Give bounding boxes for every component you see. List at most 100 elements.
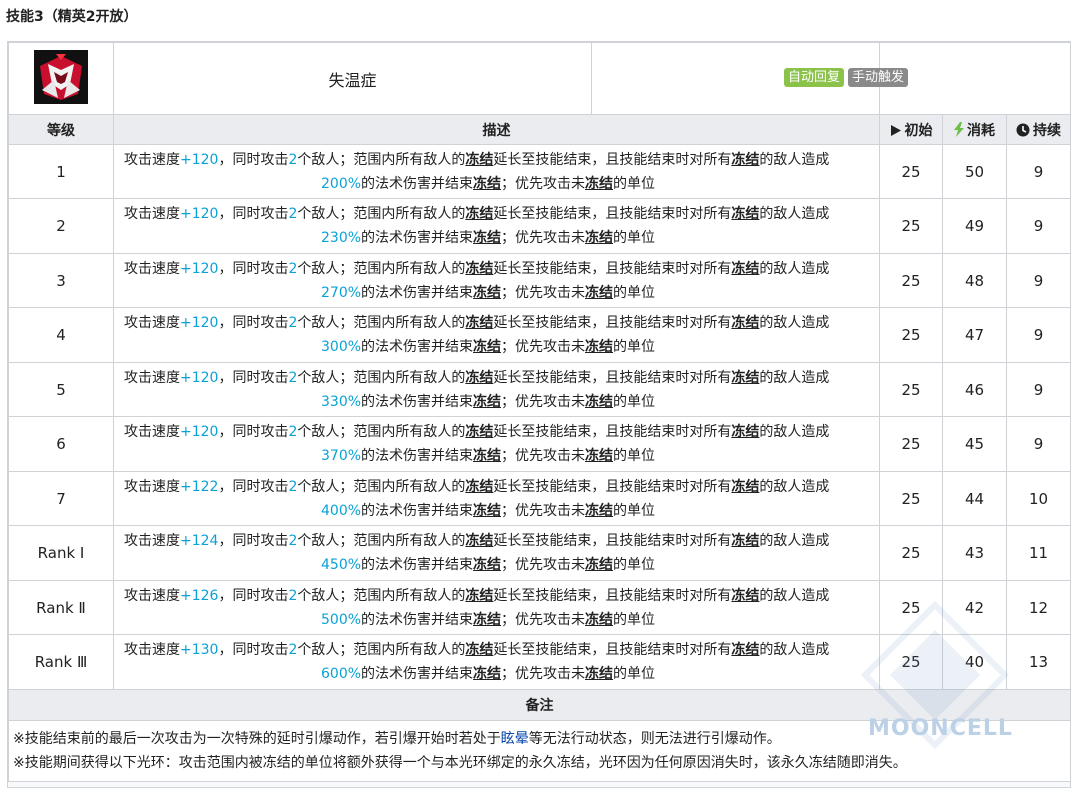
table-row: 6 攻击速度+120，同时攻击2个敌人；范围内所有敌人的冻结延长至技能结束，且技能… (8, 416, 1071, 472)
frozen-term[interactable]: 冻结 (473, 285, 501, 301)
cost-cell: 48 (942, 253, 1007, 308)
frozen-term[interactable]: 冻结 (731, 370, 759, 386)
frozen-term[interactable]: 冻结 (473, 230, 501, 246)
attack-speed-value: +130 (180, 642, 219, 658)
duration-cell: 12 (1006, 580, 1071, 635)
level-cell: 5 (8, 362, 114, 417)
duration-cell: 11 (1006, 525, 1071, 581)
frozen-term[interactable]: 冻结 (465, 424, 493, 440)
level-cell: 7 (8, 471, 114, 526)
frozen-term[interactable]: 冻结 (473, 176, 501, 192)
damage-value: 270% (321, 284, 362, 301)
notes-body: ※技能结束前的最后一次攻击为一次特殊的延时引爆动作，若引爆开始时若处于眩晕等无法… (8, 720, 1071, 782)
level-cell: 3 (8, 253, 114, 308)
frozen-term[interactable]: 冻结 (473, 503, 501, 519)
frozen-term[interactable]: 冻结 (473, 666, 501, 682)
description-cell: 攻击速度+122，同时攻击2个敌人；范围内所有敌人的冻结延长至技能结束，且技能结… (113, 471, 880, 526)
skill-name: 失温症 (114, 43, 592, 114)
notes-line-1: ※技能结束前的最后一次攻击为一次特殊的延时引爆动作，若引爆开始时若处于眩晕等无法… (13, 731, 781, 747)
frozen-term[interactable]: 冻结 (465, 206, 493, 222)
damage-value: 400% (321, 502, 362, 519)
attack-speed-value: +120 (180, 369, 219, 386)
attack-speed-value: +120 (180, 315, 219, 331)
frozen-term[interactable]: 冻结 (465, 533, 493, 549)
table-row: 2 攻击速度+120，同时攻击2个敌人；范围内所有敌人的冻结延长至技能结束，且技能… (8, 198, 1071, 254)
frozen-term[interactable]: 冻结 (585, 230, 613, 246)
level-cell: Rank Ⅰ (8, 525, 114, 581)
frozen-term[interactable]: 冻结 (585, 394, 613, 410)
level-cell: 6 (8, 416, 114, 472)
attack-speed-value: +126 (180, 587, 219, 604)
initial-header: 初始 (879, 114, 943, 145)
section-title: 技能3（精英2开放） (6, 9, 138, 25)
stun-link[interactable]: 眩晕 (501, 731, 529, 747)
description-cell: 攻击速度+120，同时攻击2个敌人；范围内所有敌人的冻结延长至技能结束，且技能结… (113, 416, 880, 472)
frozen-term[interactable]: 冻结 (585, 557, 613, 573)
duration-cell: 9 (1006, 416, 1071, 472)
frozen-term[interactable]: 冻结 (585, 339, 613, 355)
frozen-term[interactable]: 冻结 (465, 152, 493, 168)
initial-cell: 25 (879, 525, 943, 581)
frozen-term[interactable]: 冻结 (473, 394, 501, 410)
table-row: Rank Ⅰ 攻击速度+124，同时攻击2个敌人；范围内所有敌人的冻结延长至技能结… (8, 525, 1071, 581)
frozen-term[interactable]: 冻结 (465, 588, 493, 604)
frozen-term[interactable]: 冻结 (473, 557, 501, 573)
frozen-term[interactable]: 冻结 (585, 448, 613, 464)
description-cell: 攻击速度+120，同时攻击2个敌人；范围内所有敌人的冻结延长至技能结束，且技能结… (113, 362, 880, 417)
damage-value: 300% (321, 339, 362, 355)
table-header-row: 等级 描述 初始 消耗 持续 (8, 114, 1071, 145)
frozen-term[interactable]: 冻结 (731, 424, 759, 440)
frozen-term[interactable]: 冻结 (731, 479, 759, 495)
damage-value: 450% (321, 557, 362, 573)
description-cell: 攻击速度+130，同时攻击2个敌人；范围内所有敌人的冻结延长至技能结束，且技能结… (113, 634, 880, 690)
frozen-term[interactable]: 冻结 (585, 612, 613, 628)
frozen-term[interactable]: 冻结 (473, 448, 501, 464)
frozen-term[interactable]: 冻结 (731, 642, 759, 658)
frozen-term[interactable]: 冻结 (585, 285, 613, 301)
cost-cell: 45 (942, 416, 1007, 472)
frozen-term[interactable]: 冻结 (731, 315, 759, 331)
skill-icon (34, 49, 88, 104)
initial-cell: 25 (879, 580, 943, 635)
frozen-term[interactable]: 冻结 (731, 261, 759, 277)
cost-cell: 40 (942, 634, 1007, 690)
initial-cell: 25 (879, 198, 943, 254)
level-cell: 2 (8, 198, 114, 254)
frozen-term[interactable]: 冻结 (731, 533, 759, 549)
cost-cell: 43 (942, 525, 1007, 581)
notes-title: 备注 (8, 689, 1071, 721)
skill-icon-cell (8, 42, 114, 115)
level-cell: Rank Ⅱ (8, 580, 114, 635)
frozen-term[interactable]: 冻结 (465, 261, 493, 277)
level-rows: 1 攻击速度+120，同时攻击2个敌人；范围内所有敌人的冻结延长至技能结束，且技能… (8, 144, 1071, 690)
description-cell: 攻击速度+124，同时攻击2个敌人；范围内所有敌人的冻结延长至技能结束，且技能结… (113, 525, 880, 581)
duration-cell: 9 (1006, 307, 1071, 363)
notes-header-row: 备注 (8, 689, 1071, 721)
frozen-term[interactable]: 冻结 (465, 315, 493, 331)
frozen-term[interactable]: 冻结 (465, 370, 493, 386)
table-row: 4 攻击速度+120，同时攻击2个敌人；范围内所有敌人的冻结延长至技能结束，且技能… (8, 307, 1071, 363)
frozen-term[interactable]: 冻结 (585, 176, 613, 192)
initial-cell: 25 (879, 362, 943, 417)
damage-value: 370% (321, 448, 362, 464)
frozen-term[interactable]: 冻结 (585, 503, 613, 519)
initial-cell: 25 (879, 634, 943, 690)
level-header: 等级 (8, 114, 114, 145)
attack-speed-value: +120 (180, 260, 219, 277)
cost-cell: 49 (942, 198, 1007, 254)
cost-cell: 46 (942, 362, 1007, 417)
description-cell: 攻击速度+120，同时攻击2个敌人；范围内所有敌人的冻结延长至技能结束，且技能结… (113, 253, 880, 308)
cost-cell: 44 (942, 471, 1007, 526)
frozen-term[interactable]: 冻结 (465, 479, 493, 495)
frozen-term[interactable]: 冻结 (585, 666, 613, 682)
duration-cell: 9 (1006, 144, 1071, 199)
cost-cell: 47 (942, 307, 1007, 363)
attack-speed-value: +122 (180, 478, 219, 495)
frozen-term[interactable]: 冻结 (731, 206, 759, 222)
frozen-term[interactable]: 冻结 (465, 642, 493, 658)
frozen-term[interactable]: 冻结 (473, 612, 501, 628)
frozen-term[interactable]: 冻结 (731, 588, 759, 604)
initial-cell: 25 (879, 144, 943, 199)
frozen-term[interactable]: 冻结 (473, 339, 501, 355)
frozen-term[interactable]: 冻结 (731, 152, 759, 168)
